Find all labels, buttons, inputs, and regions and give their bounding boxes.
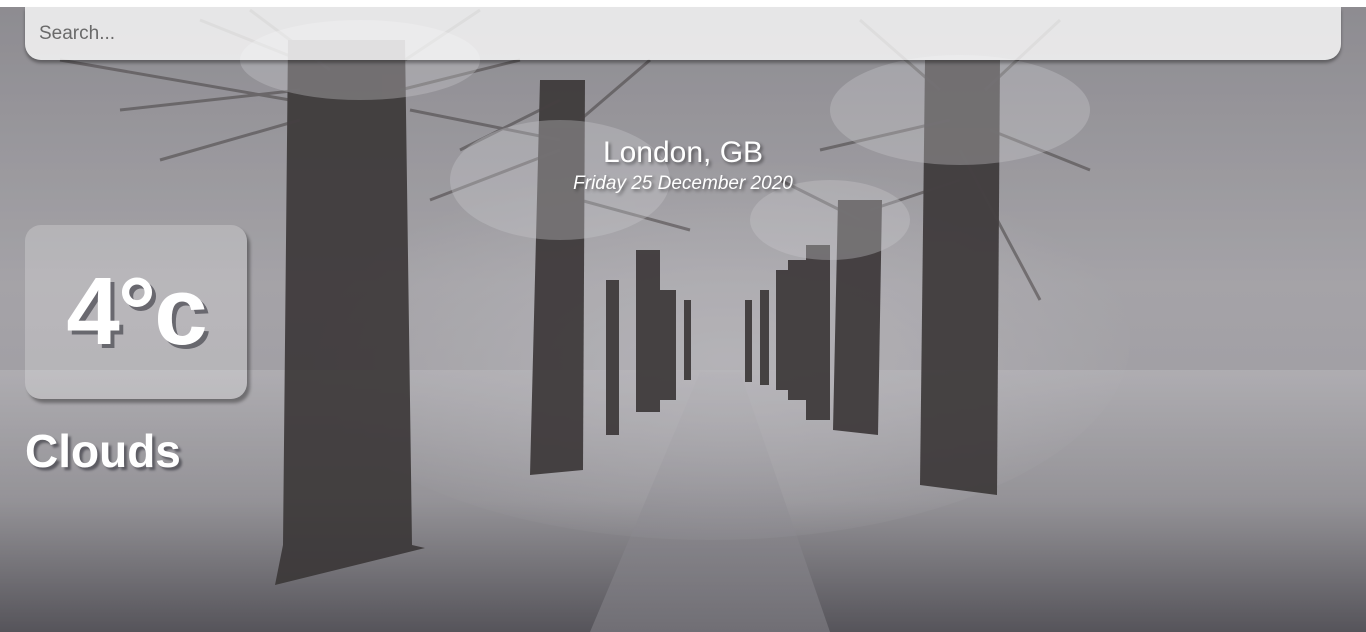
search-input[interactable] [25,7,1341,60]
temperature-card: 4°c [25,225,247,399]
weather-condition: Clouds [25,425,181,477]
temperature-value: 4°c [66,258,207,365]
date-label: Friday 25 December 2020 [573,173,793,194]
top-border [0,0,1366,7]
weather-app: London, GB Friday 25 December 2020 4°c C… [0,0,1366,632]
location-label: London, GB [602,136,764,169]
